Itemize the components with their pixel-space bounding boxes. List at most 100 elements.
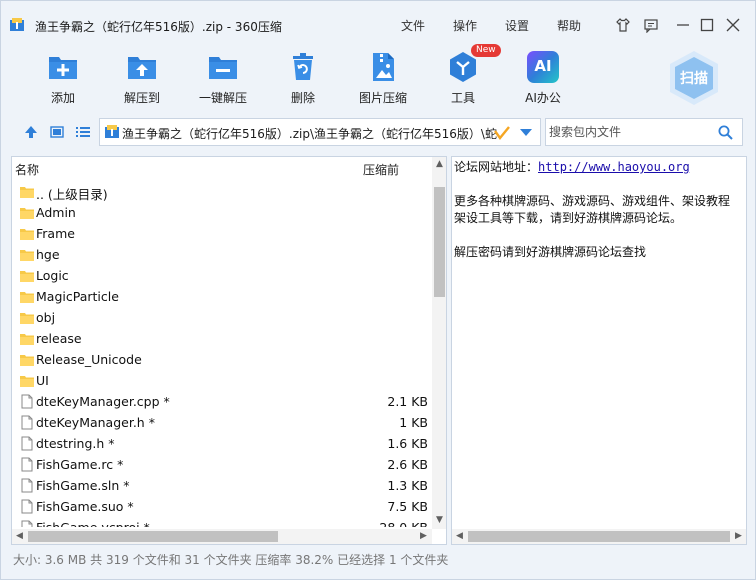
- new-badge: New: [471, 44, 501, 57]
- file-row[interactable]: dtestring.h * 1.6 KB: [12, 433, 432, 454]
- forum-address-label: 论坛网站地址：: [454, 160, 539, 174]
- forum-link[interactable]: http://www.haoyou.org: [538, 160, 690, 174]
- row-name: dteKeyManager.cpp *: [36, 394, 170, 409]
- scan-button[interactable]: 扫描: [665, 49, 723, 107]
- horizontal-scroll-thumb[interactable]: [28, 531, 278, 542]
- tools-button[interactable]: New 工具: [431, 44, 501, 111]
- extract-to-label: 解压到: [123, 91, 160, 105]
- archive-comment: 论坛网站地址：http://www.haoyou.org 更多各种棋牌源码、游戏…: [454, 159, 746, 261]
- row-name: FishGame.vcproj *: [36, 520, 150, 527]
- horizontal-scrollbar[interactable]: ◀ ▶: [12, 529, 432, 544]
- ai-office-icon: AI: [527, 51, 559, 83]
- row-name: release: [36, 331, 82, 346]
- comment-line-4: 解压密码请到好游棋牌源码论坛查找: [454, 245, 647, 259]
- row-size: 1.6 KB: [387, 436, 428, 451]
- menu-operate[interactable]: 操作: [453, 17, 477, 34]
- comment-line-3: 架设工具等下载，请到好游棋牌源码论坛。: [454, 211, 683, 225]
- delete-button[interactable]: 删除: [271, 51, 335, 111]
- address-bar: 渔王争霸之（蛇行亿年516版）.zip\渔王争霸之（蛇行亿年516版）\蛇: [1, 117, 755, 147]
- comment-scroll-left-icon[interactable]: ◀: [452, 529, 467, 544]
- chevron-down-icon[interactable]: [520, 129, 532, 137]
- row-name: Release_Unicode: [36, 352, 142, 367]
- folder-row[interactable]: release: [12, 328, 432, 349]
- up-arrow-icon[interactable]: [23, 124, 39, 140]
- folder-row[interactable]: Admin: [12, 202, 432, 223]
- extract-to-button[interactable]: 解压到: [110, 51, 174, 111]
- scroll-down-icon[interactable]: ▼: [432, 513, 446, 528]
- list-header: 名称 压缩前: [12, 157, 432, 179]
- thumbnail-view-icon[interactable]: [49, 124, 65, 140]
- file-row[interactable]: FishGame.vcproj * 28.0 KB: [12, 517, 432, 527]
- row-name: FishGame.sln *: [36, 478, 130, 493]
- folder-row[interactable]: Frame: [12, 223, 432, 244]
- folder-icon: [20, 334, 34, 345]
- title-bar: 渔王争霸之（蛇行亿年516版）.zip - 360压缩 文件 操作 设置 帮助: [1, 1, 755, 41]
- file-icon: [21, 436, 33, 451]
- row-name: UI: [36, 373, 49, 388]
- comment-scroll-right-icon[interactable]: ▶: [731, 529, 746, 544]
- scan-label: 扫描: [680, 71, 708, 87]
- menu-settings[interactable]: 设置: [505, 17, 529, 34]
- message-icon[interactable]: [641, 15, 661, 35]
- status-bar: 大小: 3.6 MB 共 319 个文件和 31 个文件夹 压缩率 38.2% …: [13, 553, 449, 567]
- quick-extract-button[interactable]: 一键解压: [191, 51, 255, 111]
- skin-shirt-icon[interactable]: [613, 15, 633, 35]
- file-row[interactable]: FishGame.sln * 1.3 KB: [12, 475, 432, 496]
- menu-file[interactable]: 文件: [401, 17, 425, 34]
- comment-scroll-thumb[interactable]: [468, 531, 730, 542]
- minimize-icon[interactable]: [673, 15, 693, 35]
- file-icon: [21, 394, 33, 409]
- column-size-header[interactable]: 压缩前: [363, 161, 399, 178]
- search-input[interactable]: [547, 120, 713, 144]
- tools-label: 工具: [450, 91, 475, 105]
- folder-icon: [20, 313, 34, 324]
- folder-row[interactable]: Logic: [12, 265, 432, 286]
- maximize-icon[interactable]: [697, 15, 717, 35]
- row-size: 28.0 KB: [379, 520, 428, 527]
- path-field[interactable]: 渔王争霸之（蛇行亿年516版）.zip\渔王争霸之（蛇行亿年516版）\蛇: [99, 118, 541, 146]
- add-button[interactable]: 添加: [31, 51, 95, 111]
- folder-row[interactable]: MagicParticle: [12, 286, 432, 307]
- file-row[interactable]: dteKeyManager.h * 1 KB: [12, 412, 432, 433]
- vertical-scrollbar[interactable]: ▲ ▼: [432, 157, 446, 529]
- scroll-left-icon[interactable]: ◀: [12, 529, 27, 544]
- list-view-icon[interactable]: [75, 124, 91, 140]
- column-name-header[interactable]: 名称: [15, 161, 39, 178]
- search-box: [545, 118, 743, 146]
- image-compress-button[interactable]: 图片压缩: [351, 51, 415, 111]
- row-name: Frame: [36, 226, 75, 241]
- comment-horizontal-scrollbar[interactable]: ◀ ▶: [452, 529, 746, 544]
- file-row[interactable]: FishGame.suo * 7.5 KB: [12, 496, 432, 517]
- row-name: dteKeyManager.h *: [36, 415, 155, 430]
- menu-help[interactable]: 帮助: [557, 17, 581, 34]
- file-row[interactable]: dteKeyManager.cpp * 2.1 KB: [12, 391, 432, 412]
- ai-office-button[interactable]: AI AI办公: [511, 51, 575, 111]
- extract-to-icon: [128, 57, 156, 79]
- row-name: dtestring.h *: [36, 436, 115, 451]
- add-icon: [49, 57, 77, 79]
- search-icon[interactable]: [718, 125, 733, 140]
- folder-row[interactable]: hge: [12, 244, 432, 265]
- vertical-scroll-thumb[interactable]: [434, 187, 445, 297]
- folder-icon: [20, 271, 34, 282]
- scroll-up-icon[interactable]: ▲: [432, 157, 446, 172]
- path-text: 渔王争霸之（蛇行亿年516版）.zip\渔王争霸之（蛇行亿年516版）\蛇: [122, 127, 497, 141]
- scroll-right-icon[interactable]: ▶: [416, 529, 431, 544]
- quick-extract-label: 一键解压: [198, 91, 247, 105]
- file-icon: [21, 499, 33, 514]
- delete-icon: [293, 53, 313, 80]
- file-icon: [21, 415, 33, 430]
- close-icon[interactable]: [723, 15, 743, 35]
- ai-office-label: AI办公: [525, 91, 561, 105]
- row-name: hge: [36, 247, 60, 262]
- file-row[interactable]: FishGame.rc * 2.6 KB: [12, 454, 432, 475]
- archive-small-icon: [105, 125, 119, 138]
- row-name: FishGame.suo *: [36, 499, 134, 514]
- folder-row[interactable]: Release_Unicode: [12, 349, 432, 370]
- folder-icon: [20, 208, 34, 219]
- folder-row[interactable]: .. (上级目录): [12, 181, 432, 202]
- file-icon: [21, 457, 33, 472]
- folder-row[interactable]: obj: [12, 307, 432, 328]
- ai-icon-text: AI: [534, 57, 552, 75]
- folder-row[interactable]: UI: [12, 370, 432, 391]
